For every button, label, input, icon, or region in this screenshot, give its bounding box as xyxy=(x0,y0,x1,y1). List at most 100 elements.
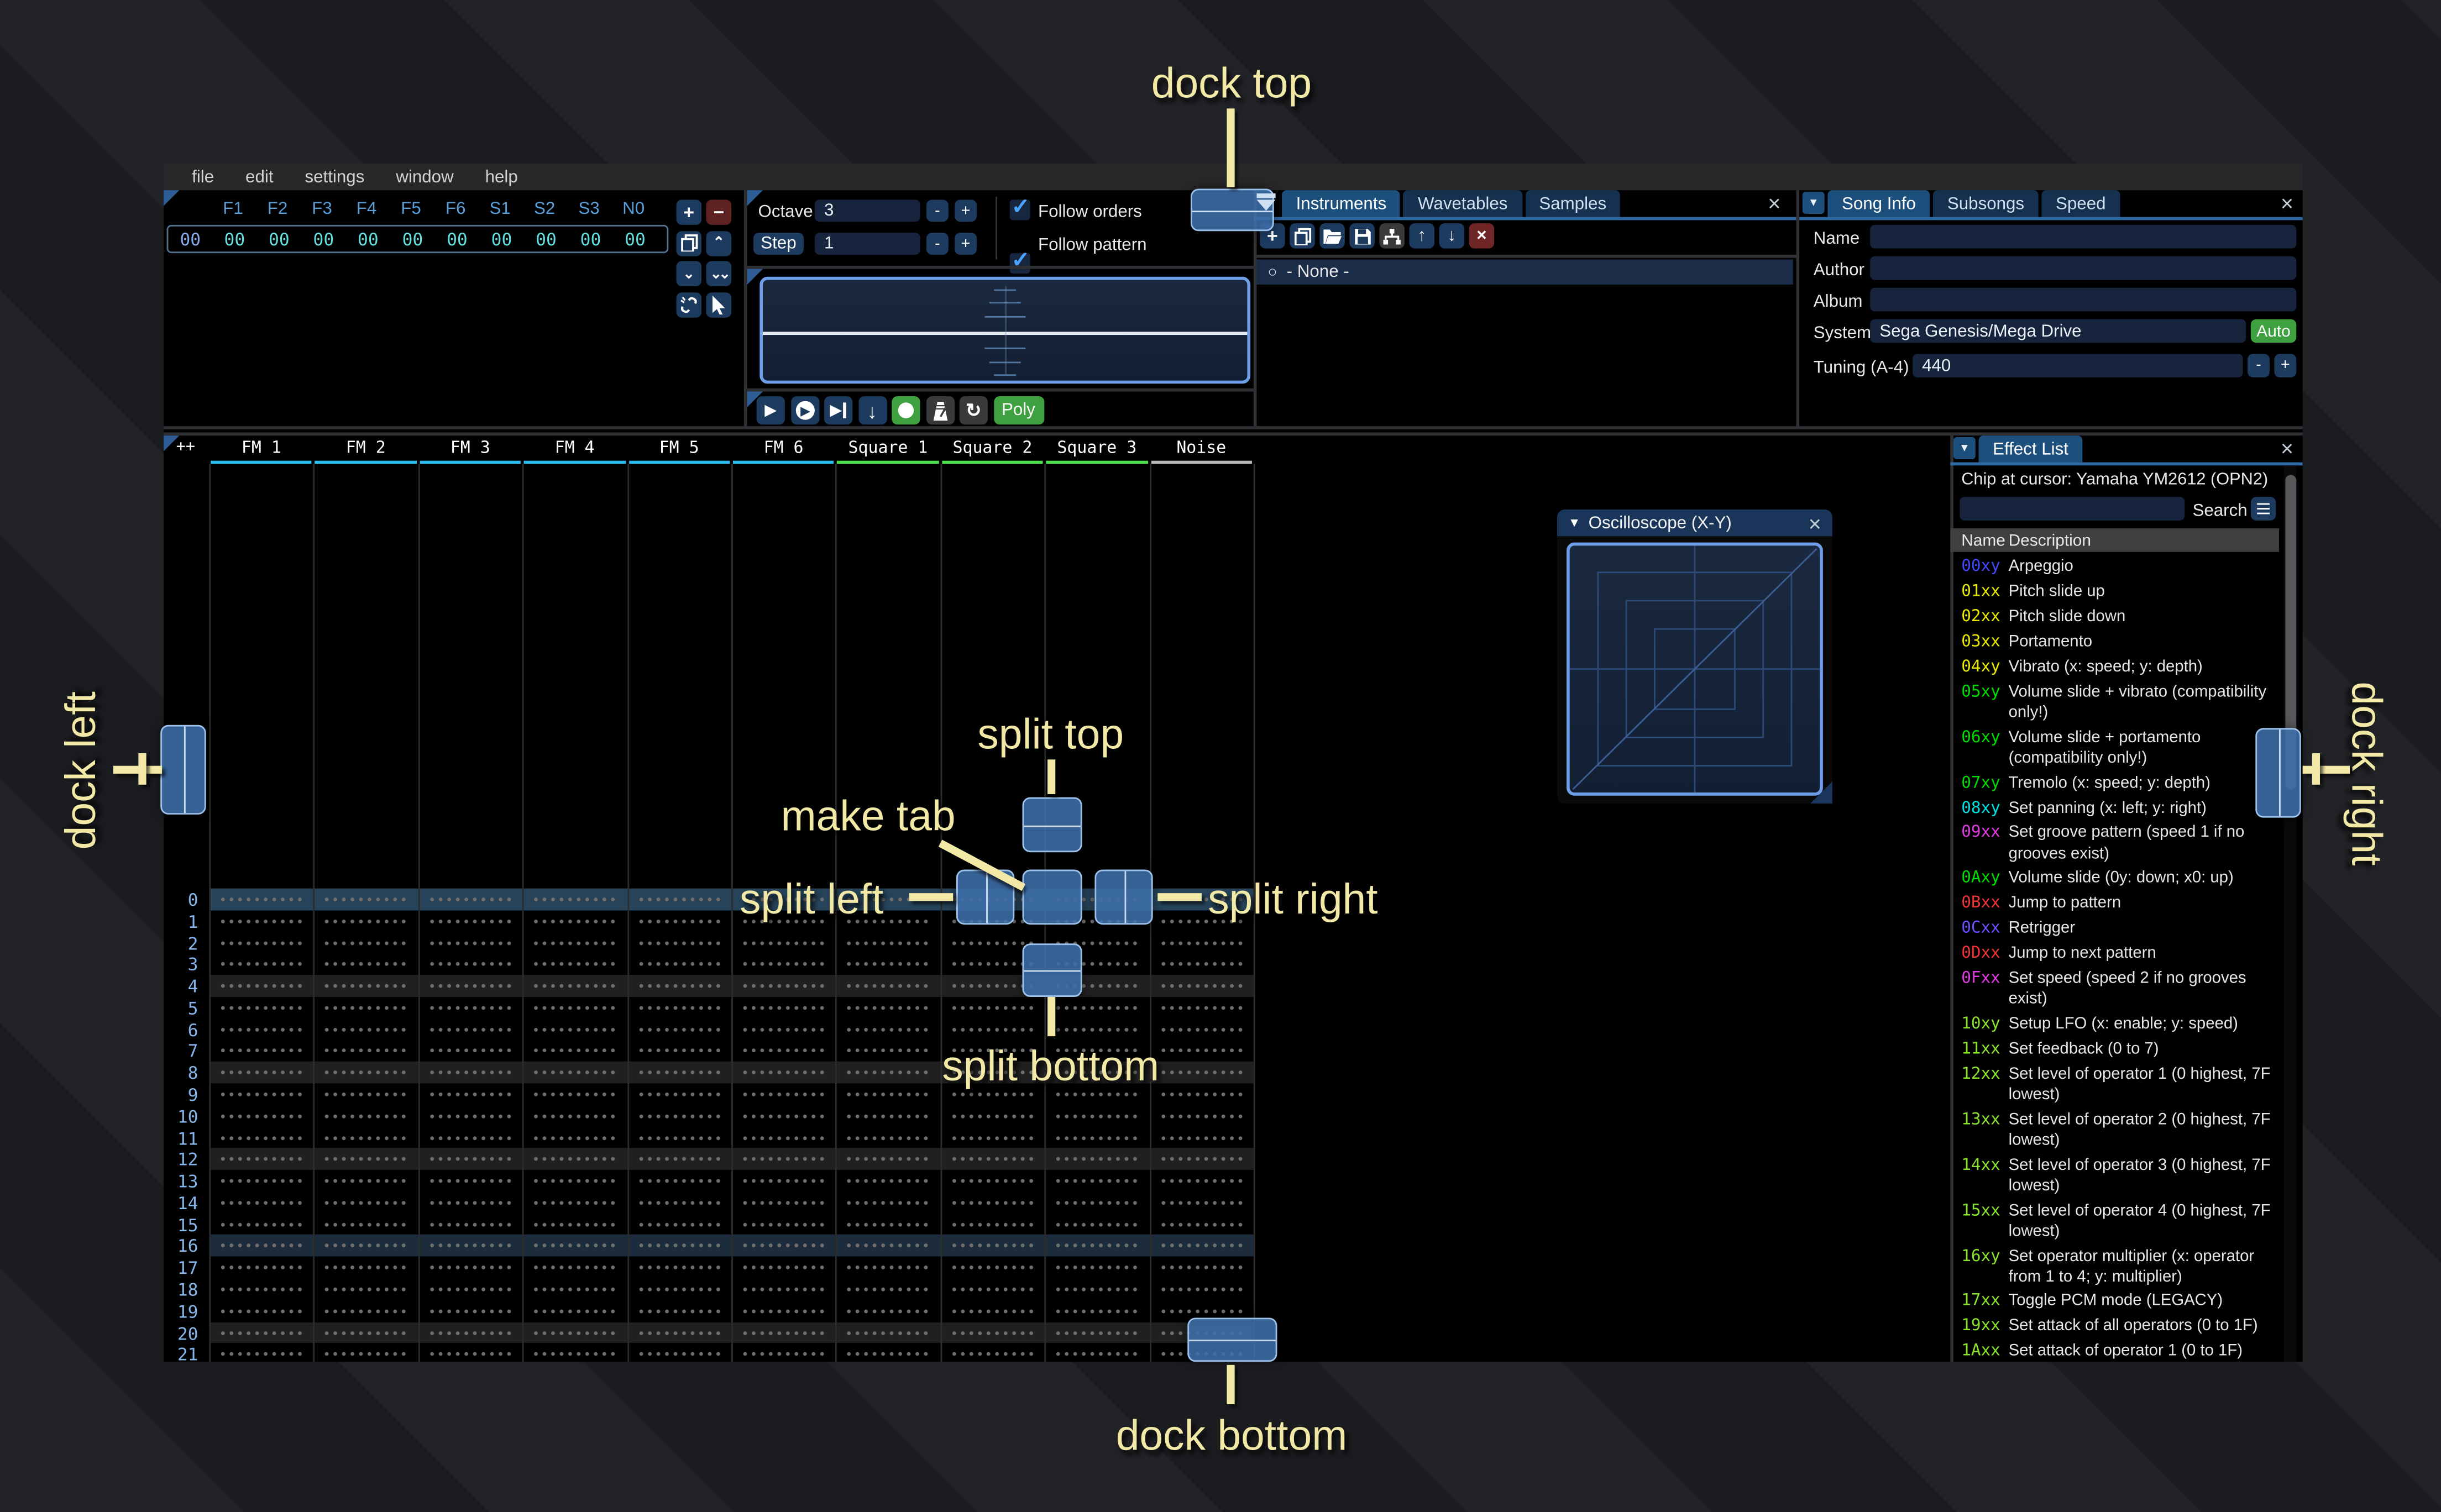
pattern-row[interactable] xyxy=(209,1126,1253,1149)
channel-header-fm-3[interactable]: FM 3 xyxy=(418,435,522,460)
pattern-row[interactable] xyxy=(209,1170,1253,1192)
effect-row[interactable]: 08xy Set panning (x: left; y: right) xyxy=(1961,796,2279,821)
effect-row[interactable]: 02xx Pitch slide down xyxy=(1961,605,2279,630)
instruments-move-down-button[interactable]: ↓ xyxy=(1439,223,1465,249)
channel-header-fm-2[interactable]: FM 2 xyxy=(313,435,418,460)
order-value-S2[interactable]: 00 xyxy=(524,229,569,249)
instruments-move-up-button[interactable]: ↑ xyxy=(1409,223,1435,249)
orders-duplicate-end-button[interactable]: ⌄⌄ xyxy=(706,261,732,286)
order-value-F1[interactable]: 00 xyxy=(212,229,257,249)
channel-header-fm-4[interactable]: FM 4 xyxy=(522,435,627,460)
dock-left-target[interactable] xyxy=(160,725,206,815)
tab-instruments[interactable]: Instruments xyxy=(1282,190,1401,217)
instruments-delete-button[interactable]: × xyxy=(1469,223,1495,249)
instruments-save-button[interactable] xyxy=(1349,223,1375,249)
tuning-input[interactable]: 440 xyxy=(1913,354,2243,377)
resize-grip-icon[interactable] xyxy=(1810,781,1832,804)
effect-row[interactable]: 16xy Set operator multiplier (x: operator… xyxy=(1961,1244,2279,1289)
make-tab-target[interactable] xyxy=(1022,869,1082,925)
pattern-row[interactable] xyxy=(209,953,1253,975)
effect-row[interactable]: 06xy Volume slide + portamento (compatibi… xyxy=(1961,726,2279,771)
effect-row[interactable]: 0Axy Volume slide (0y: down; x0: up) xyxy=(1961,867,2279,891)
pattern-row[interactable] xyxy=(209,975,1254,997)
pattern-row[interactable] xyxy=(209,1300,1253,1322)
pattern-row[interactable] xyxy=(209,932,1253,954)
order-value-F3[interactable]: 00 xyxy=(301,229,346,249)
orders-move-up-button[interactable]: ⌃ xyxy=(706,230,732,256)
effect-row[interactable]: 14xx Set level of operator 3 (0 highest, … xyxy=(1961,1153,2279,1198)
collapse-window-icon[interactable]: ▼ xyxy=(1802,192,1825,214)
pattern-row[interactable] xyxy=(209,1213,1253,1235)
effect-row[interactable]: 01xx Pitch slide up xyxy=(1961,580,2279,605)
effect-row[interactable]: 0Cxx Retrigger xyxy=(1961,916,2279,941)
oscilloscope-xy-titlebar[interactable]: ▼ Oscilloscope (X-Y) × xyxy=(1557,509,1832,537)
tab-samples[interactable]: Samples xyxy=(1525,190,1621,217)
follow-pattern-checkbox[interactable]: ✓ xyxy=(1009,247,1030,274)
instruments-close-icon[interactable]: × xyxy=(1768,192,1780,214)
pattern-row[interactable] xyxy=(209,1257,1253,1279)
order-value-F5[interactable]: 00 xyxy=(390,229,435,249)
transport-poly-button[interactable]: Poly xyxy=(993,396,1044,425)
pattern-row[interactable] xyxy=(209,996,1253,1019)
transport-record-button[interactable] xyxy=(892,396,920,425)
effect-row[interactable]: 11xx Set feedback (0 to 7) xyxy=(1961,1037,2279,1062)
step-plus-button[interactable]: + xyxy=(955,233,977,255)
album-input[interactable] xyxy=(1870,287,2297,312)
order-value-F4[interactable]: 00 xyxy=(346,229,391,249)
menu-item-help[interactable]: help xyxy=(469,167,533,186)
pattern-row[interactable] xyxy=(209,1278,1253,1300)
orders-order-edit-mode-button[interactable] xyxy=(706,291,732,317)
instruments-organize-button[interactable] xyxy=(1379,223,1405,249)
effect-row[interactable]: 00xy Arpeggio xyxy=(1961,555,2279,580)
order-value-F6[interactable]: 00 xyxy=(435,229,480,249)
channel-header-fm-5[interactable]: FM 5 xyxy=(627,435,731,460)
effect-row[interactable]: 05xy Volume slide + vibrato (compatibilit… xyxy=(1961,680,2279,725)
transport-play-pattern-button[interactable]: ▶ xyxy=(790,396,819,425)
split-top-target[interactable] xyxy=(1022,797,1082,853)
instrument-list-item[interactable]: ○ - None - xyxy=(1256,259,1793,285)
oscilloscope-xy-close-icon[interactable]: × xyxy=(1809,512,1821,534)
transport-repeat-button[interactable]: ↻ xyxy=(959,396,988,425)
split-right-target[interactable] xyxy=(1094,869,1153,925)
tab-effect-list[interactable]: Effect List xyxy=(1978,435,2083,463)
dock-bottom-target[interactable] xyxy=(1187,1317,1277,1362)
follow-orders-checkbox[interactable]: ✓ xyxy=(1009,193,1030,221)
orders-duplicate-button[interactable] xyxy=(676,230,702,256)
order-value-S1[interactable]: 00 xyxy=(479,229,524,249)
effect-row[interactable]: 17xx Toggle PCM mode (LEGACY) xyxy=(1961,1289,2279,1314)
effect-row[interactable]: 0Fxx Set speed (speed 2 if no grooves exi… xyxy=(1961,967,2279,1012)
order-value-N0[interactable]: 00 xyxy=(613,229,658,249)
effect-search-input[interactable] xyxy=(1960,497,2185,521)
collapse-window-icon[interactable]: ▼ xyxy=(1953,437,1976,459)
effect-row[interactable]: 0Bxx Jump to pattern xyxy=(1961,891,2279,916)
tab-speed[interactable]: Speed xyxy=(2041,190,2120,217)
transport-play-button[interactable]: ▶ xyxy=(756,396,785,425)
instruments-open-button[interactable] xyxy=(1319,223,1345,249)
octave-input[interactable]: 3 xyxy=(814,200,920,222)
octave-minus-button[interactable]: - xyxy=(926,200,949,222)
author-input[interactable] xyxy=(1870,256,2297,280)
orders-row[interactable]: 00 00 00 00 00 00 00 00 00 00 00 xyxy=(166,224,669,254)
menu-item-file[interactable]: file xyxy=(176,167,230,186)
split-bottom-target[interactable] xyxy=(1022,943,1082,997)
effect-list-close-icon[interactable]: × xyxy=(2281,437,2293,459)
effect-row[interactable]: 13xx Set level of operator 2 (0 highest, … xyxy=(1961,1107,2279,1153)
menu-item-window[interactable]: window xyxy=(380,167,469,186)
instruments-duplicate-button[interactable] xyxy=(1290,223,1315,249)
collapse-window-icon[interactable]: ▼ xyxy=(1568,516,1581,530)
order-value-F2[interactable]: 00 xyxy=(257,229,302,249)
pattern-row[interactable] xyxy=(209,1148,1254,1170)
pattern-row[interactable] xyxy=(209,1105,1253,1127)
effect-row[interactable]: 09xx Set groove pattern (speed 1 if no gr… xyxy=(1961,821,2279,866)
dock-right-target[interactable] xyxy=(2255,728,2301,818)
orders-move-down-button[interactable]: ⌄ xyxy=(676,261,702,286)
effect-list-scrollbar[interactable] xyxy=(2283,465,2297,1362)
tab-wavetables[interactable]: Wavetables xyxy=(1403,190,1522,217)
effect-row[interactable]: 0Dxx Jump to next pattern xyxy=(1961,941,2279,966)
menu-item-settings[interactable]: settings xyxy=(289,167,380,186)
orders-deep-clone-button[interactable] xyxy=(676,291,702,317)
channel-header-fm-1[interactable]: FM 1 xyxy=(209,435,313,460)
pattern-row[interactable] xyxy=(209,1235,1254,1257)
channel-header-noise[interactable]: Noise xyxy=(1149,435,1254,460)
channel-header-square-2[interactable]: Square 2 xyxy=(940,435,1045,460)
